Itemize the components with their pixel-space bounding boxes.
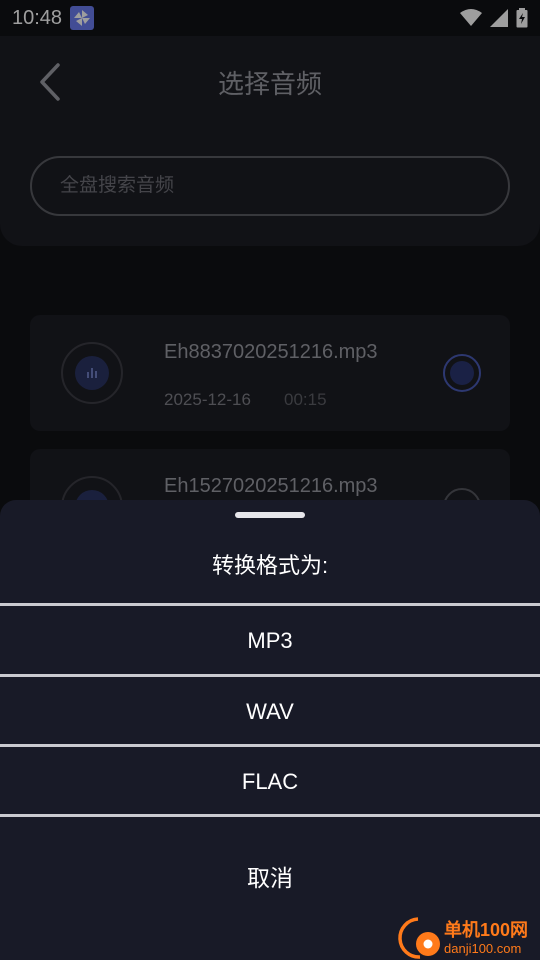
sheet-title: 转换格式为: (211, 553, 329, 578)
option-flac[interactable]: FLAC (0, 748, 540, 815)
divider (0, 814, 540, 817)
drag-handle[interactable] (235, 512, 305, 518)
option-wav[interactable]: WAV (0, 678, 540, 745)
cancel-button[interactable]: 取消 (0, 840, 540, 912)
divider (0, 744, 540, 747)
screen: 10:48 选择音频 Eh8837020251216.mp3 2025-12-1… (0, 0, 540, 960)
watermark-logo-icon (398, 917, 440, 959)
divider (0, 674, 540, 677)
watermark-name: 单机100网 (444, 920, 529, 940)
divider (0, 603, 540, 606)
format-bottom-sheet: 转换格式为: MP3 WAV FLAC 取消 (0, 500, 540, 960)
watermark-url: danji100.com (444, 941, 522, 956)
watermark: 单机100网 danji100.com (392, 916, 540, 960)
option-mp3[interactable]: MP3 (0, 607, 540, 674)
